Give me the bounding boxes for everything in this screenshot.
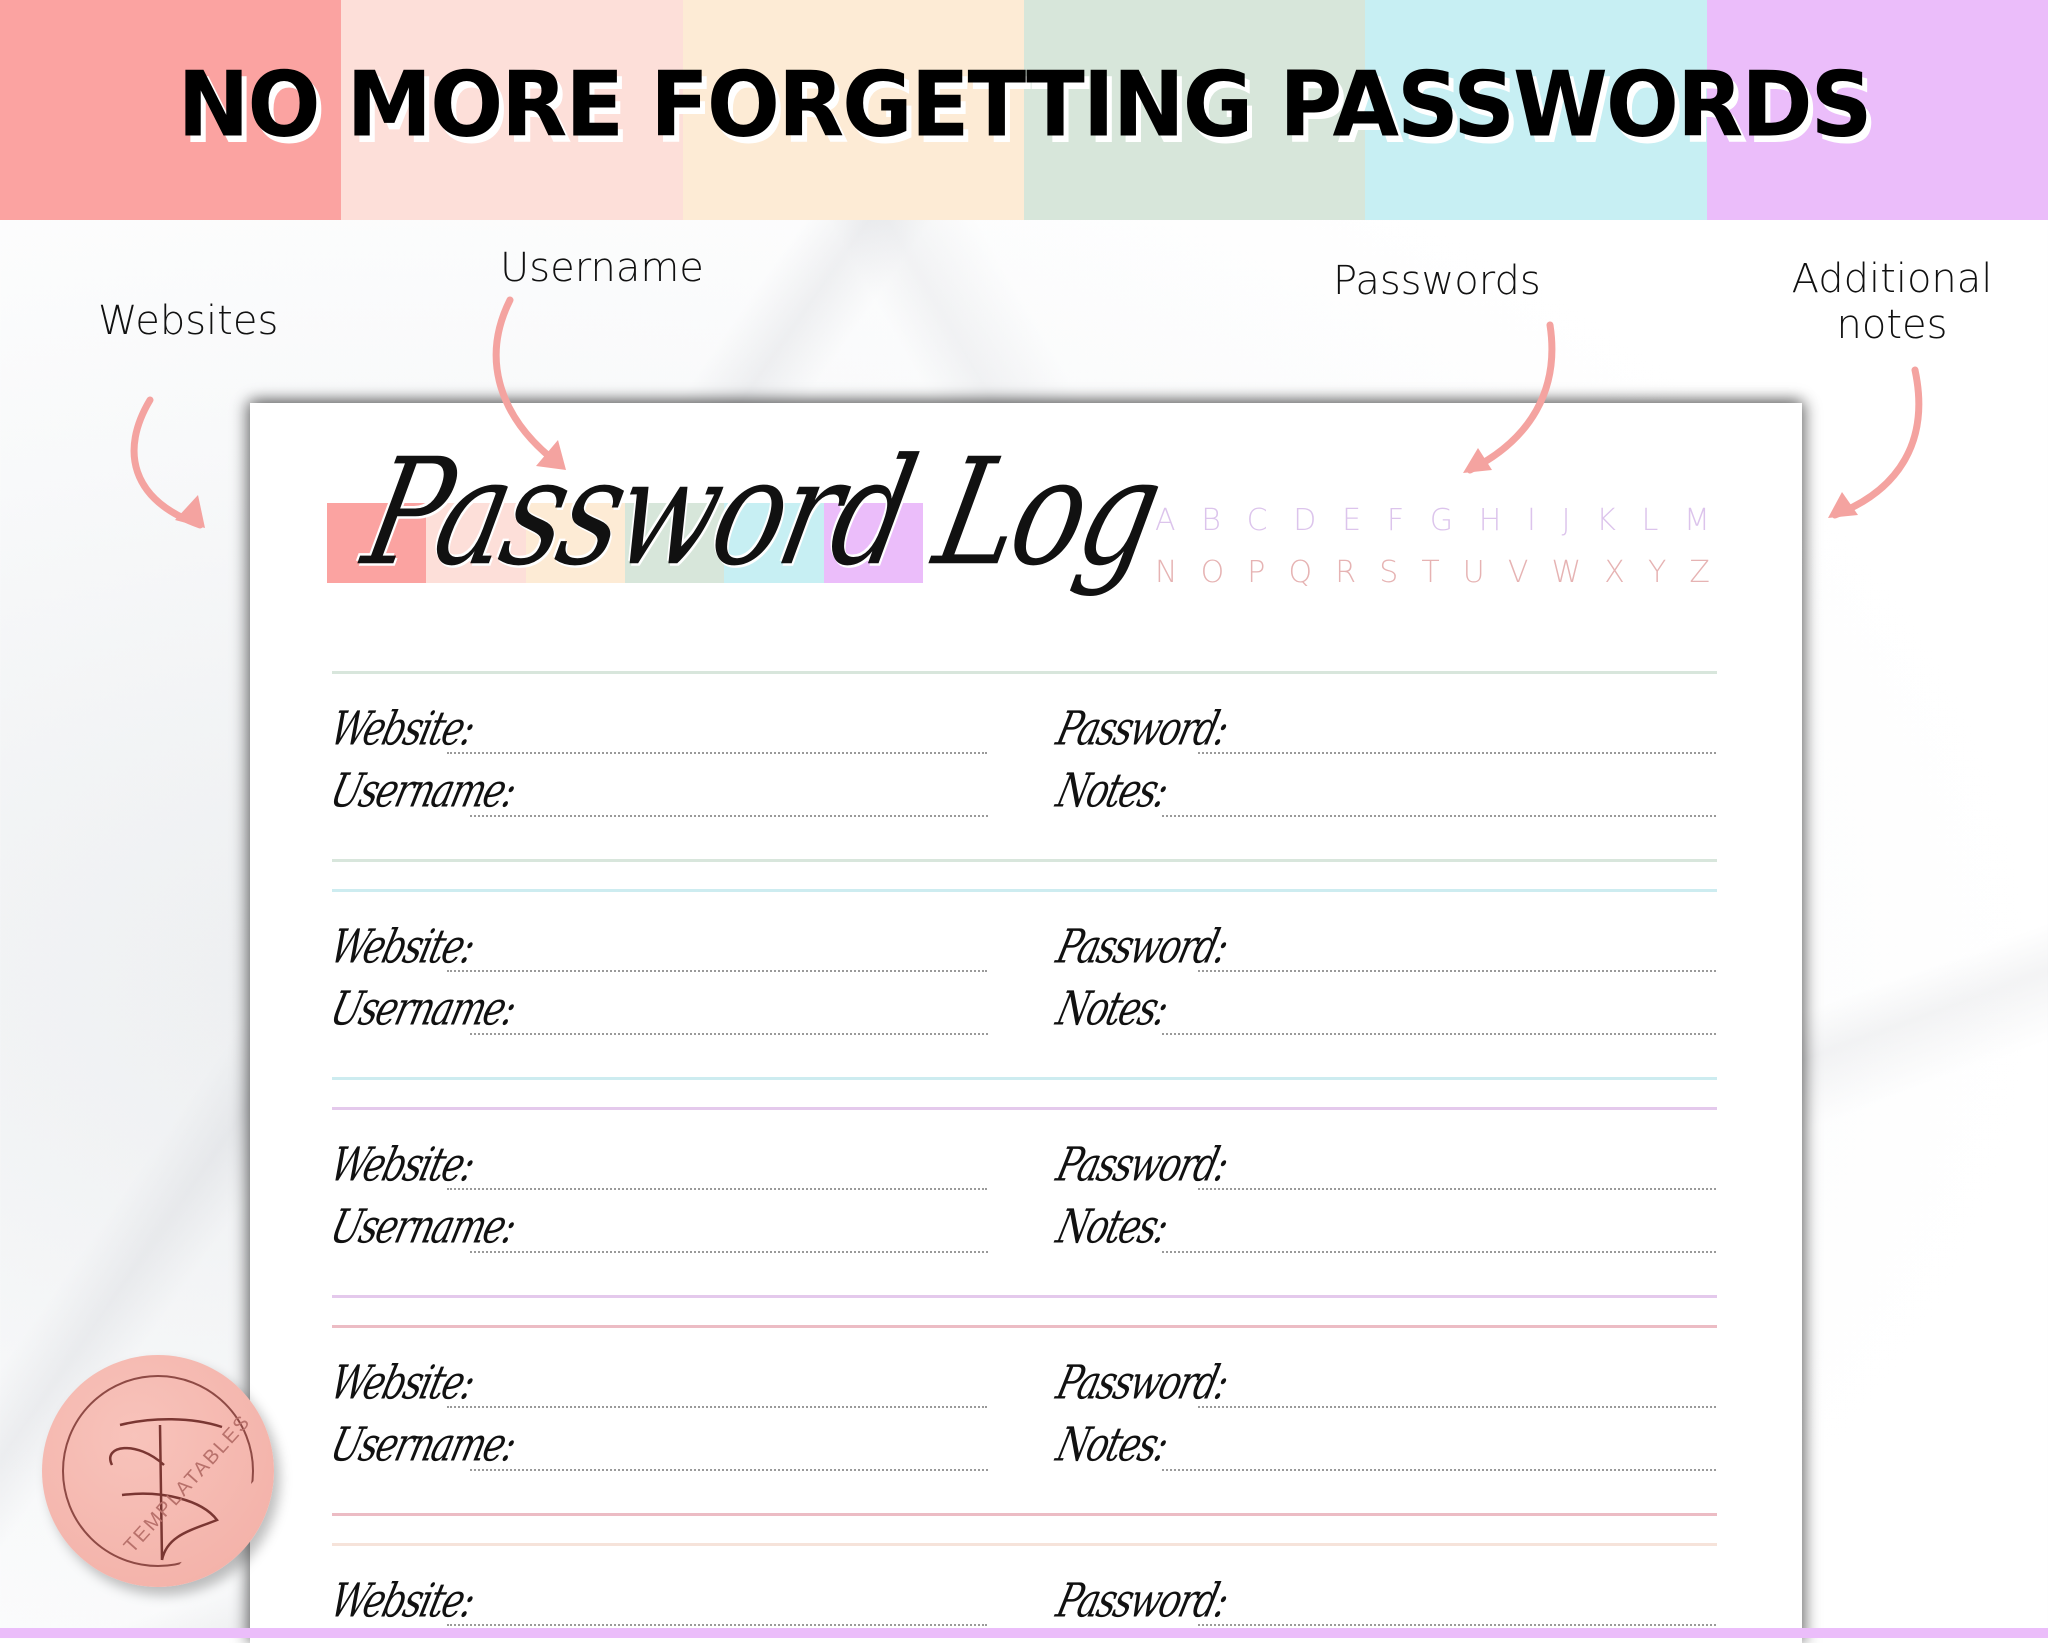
arrow-username-icon <box>492 296 564 469</box>
monogram-icon <box>109 1417 223 1561</box>
arrow-passwords-icon <box>1466 321 1556 474</box>
arrowhead-websites-icon <box>175 495 205 528</box>
bottom-lavender-strip <box>0 1628 2048 1638</box>
arrow-group <box>130 296 1923 529</box>
arrow-notes-icon <box>1831 366 1923 519</box>
templatables-badge: TEMPLATABLES <box>42 1355 274 1587</box>
arrow-heads <box>175 440 1858 528</box>
callout-arrows <box>130 296 1923 529</box>
